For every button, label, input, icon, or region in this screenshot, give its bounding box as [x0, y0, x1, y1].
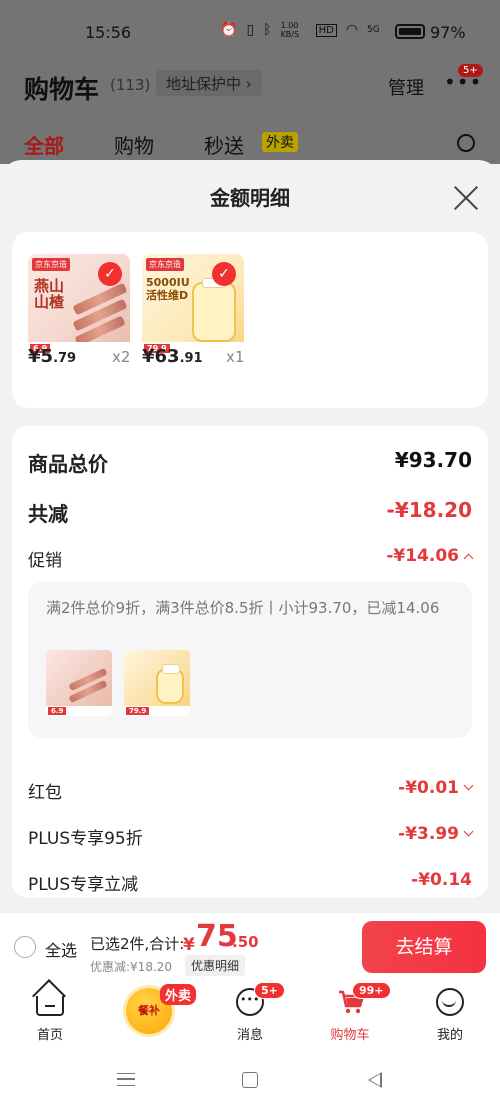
plus-minus-label: PLUS专享立减	[28, 875, 139, 895]
close-icon[interactable]	[452, 184, 480, 212]
checkout-button[interactable]: 去结算	[362, 921, 486, 973]
amount-summary-card: 商品总价 ¥93.70 共减 -¥18.20 促销 -¥14.06 满2件总价9…	[12, 426, 488, 898]
promo-value: -¥14.06	[386, 546, 474, 566]
waimai-badge: 外卖	[262, 132, 298, 152]
discount-detail-button[interactable]: 优惠明细	[185, 955, 246, 976]
canbu-label: 餐补	[138, 1004, 160, 1017]
promo-description: 满2件总价9折，满3件总价8.5折丨小计93.70，已减14.06	[46, 599, 440, 617]
checkout-bar: 全选 已选2件,合计: ¥ 75 .50 优惠减:¥18.20 优惠明细 去结算	[0, 912, 500, 980]
hd-icon: HD	[315, 23, 337, 37]
more-badge: 5+	[458, 64, 483, 77]
reduce-row: 共减 -¥18.20	[28, 498, 472, 526]
nav-me[interactable]: 我的	[410, 980, 490, 1048]
promo-product-thumb: 79.9	[124, 650, 190, 716]
redpack-label: 红包	[28, 783, 62, 803]
nav-home[interactable]: 首页	[10, 980, 90, 1048]
plus95-value: -¥3.99	[398, 824, 474, 844]
nav-cart[interactable]: 99+ 购物车	[310, 980, 391, 1048]
total-decimal: .50	[232, 933, 259, 951]
home-button-icon[interactable]	[242, 1072, 258, 1088]
tab-miaosong[interactable]: 秒送	[204, 130, 244, 159]
nav-home-label: 首页	[36, 1028, 63, 1043]
tab-shopping[interactable]: 购物	[114, 130, 154, 159]
product-card: 京东京造 燕山山楂 ✓ 6.9 ¥5.79 x2 京东京造 5000IU活性维D…	[12, 232, 488, 408]
discount-amount: 优惠减:¥18.20	[90, 960, 173, 974]
chevron-up-icon	[463, 553, 474, 563]
waimai-tag: 外卖	[160, 984, 197, 1005]
speed-readout: 1.00 KB/S	[280, 21, 300, 39]
plus95-label: PLUS专享95折	[28, 829, 143, 849]
page-title: 购物车	[24, 75, 100, 104]
cart-badge: 99+	[352, 982, 391, 999]
bluetooth-icon: ᛒ	[263, 22, 272, 38]
check-icon: ✓	[212, 262, 236, 286]
select-all-label[interactable]: 全选	[45, 937, 77, 961]
select-all-radio[interactable]	[14, 936, 36, 958]
tab-all[interactable]: 全部	[24, 130, 64, 159]
total-value: ¥93.70	[394, 448, 472, 472]
total-label: 商品总价	[28, 452, 108, 476]
product-item[interactable]: 京东京造 燕山山楂 ✓ 6.9	[28, 254, 130, 356]
selected-summary: 已选2件,合计:	[90, 935, 185, 953]
product-price: ¥5.79	[28, 346, 77, 367]
bottle-image	[192, 278, 236, 342]
reduce-label: 共减	[28, 502, 68, 526]
user-icon	[436, 988, 464, 1016]
network-label: 5G	[367, 25, 380, 35]
plus-minus-value: -¥0.14	[411, 870, 472, 890]
plus95-row[interactable]: PLUS专享95折 -¥3.99	[28, 824, 474, 852]
redpack-value: -¥0.01	[398, 778, 474, 798]
cart-tabs: 全部 购物 秒送	[24, 130, 244, 159]
address-protection-button[interactable]: 地址保护中 ›	[156, 70, 262, 96]
product-price: ¥63.91	[142, 346, 203, 367]
redpack-row[interactable]: 红包 -¥0.01	[28, 778, 474, 806]
vibrate-icon: ▯	[246, 22, 255, 38]
promo-row[interactable]: 促销 -¥14.06	[28, 546, 474, 574]
product-qty: x2	[112, 348, 131, 366]
product-item[interactable]: 京东京造 5000IU活性维D ✓ 79.9	[142, 254, 244, 356]
status-icons: ⏰ ▯ ᛒ 1.00 KB/S HD ◠ 5G	[220, 21, 380, 39]
system-nav-bar	[0, 1048, 500, 1111]
chevron-down-icon	[463, 826, 474, 836]
battery-percent: 97%	[430, 23, 466, 42]
back-icon[interactable]	[368, 1072, 382, 1088]
nav-messages[interactable]: 5+ 消息	[210, 980, 290, 1048]
product-qty: x1	[226, 348, 245, 366]
brand-tag: 京东京造	[32, 258, 70, 271]
check-icon: ✓	[98, 262, 122, 286]
status-bar: 15:56 ⏰ ▯ ᛒ 1.00 KB/S HD ◠ 5G 97%	[0, 0, 500, 64]
promo-product-thumb: 6.9	[46, 650, 112, 716]
product-image: 京东京造 5000IU活性维D ✓ 79.9	[142, 254, 244, 356]
cart-count: (113)	[110, 76, 151, 94]
battery-icon	[395, 24, 425, 39]
manage-button[interactable]: 管理	[388, 74, 424, 100]
sheet-title: 金额明细	[210, 186, 290, 210]
product-name: 5000IU活性维D	[146, 276, 190, 302]
reduce-value: -¥18.20	[386, 498, 472, 522]
bottom-nav: 首页 餐补 外卖 5+ 消息 99+ 购物车 我的	[0, 980, 500, 1048]
cart-header-background: 购物车 (113) 地址保护中 › 管理 ••• 5+ 全部 购物 秒送 外卖	[0, 64, 500, 164]
search-icon[interactable]	[457, 134, 475, 152]
plus-minus-row: PLUS专享立减 -¥0.14	[28, 870, 472, 898]
nav-me-label: 我的	[436, 1028, 463, 1043]
total-row: 商品总价 ¥93.70	[28, 448, 472, 476]
promo-label: 促销	[28, 551, 62, 571]
wifi-icon: ◠	[345, 22, 359, 38]
status-time: 15:56	[85, 23, 132, 42]
nav-cart-label: 购物车	[330, 1028, 370, 1043]
product-image: 京东京造 燕山山楂 ✓ 6.9	[28, 254, 130, 356]
nav-messages-label: 消息	[236, 1028, 263, 1043]
alarm-icon: ⏰	[220, 22, 238, 38]
amount-detail-sheet: 金额明细 京东京造 燕山山楂 ✓ 6.9 ¥5.79 x2 京东京造 5000I…	[0, 160, 500, 912]
message-badge: 5+	[254, 982, 285, 999]
chevron-down-icon	[463, 780, 474, 790]
total-currency: ¥	[183, 935, 195, 955]
promo-detail-box: 满2件总价9折，满3件总价8.5折丨小计93.70，已减14.06 6.9 79…	[28, 582, 472, 738]
product-name: 燕山山楂	[34, 277, 65, 311]
home-icon	[36, 996, 64, 1016]
brand-tag: 京东京造	[146, 258, 184, 271]
recent-apps-icon[interactable]	[117, 1073, 135, 1086]
